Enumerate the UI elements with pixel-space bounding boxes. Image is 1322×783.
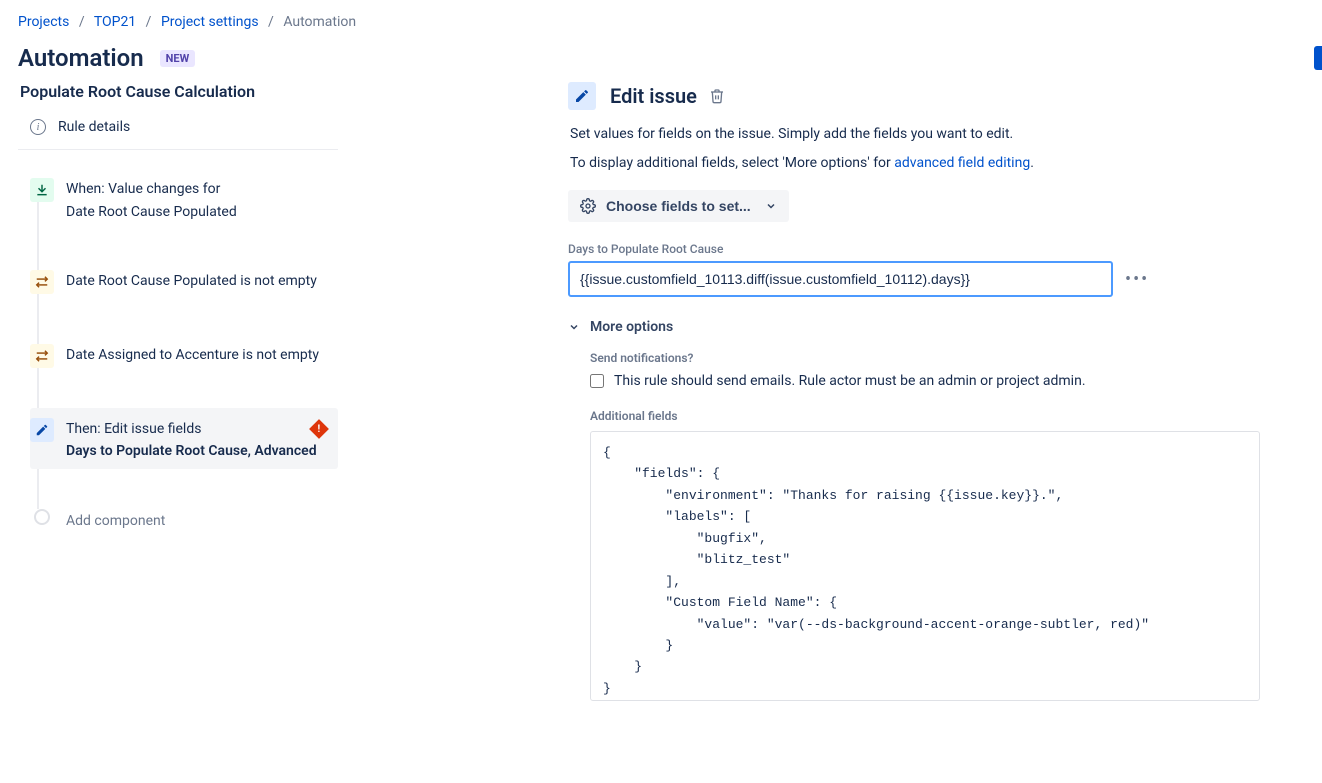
panel-desc2: To display additional fields, select 'Mo… [570, 153, 1304, 174]
trigger-icon [30, 178, 54, 202]
chevron-down-icon [765, 200, 777, 212]
rule-details-label: Rule details [58, 119, 130, 135]
additional-fields-label: Additional fields [590, 409, 1304, 423]
field-more-button[interactable]: ••• [1125, 269, 1149, 290]
page-header: Automation NEW [0, 30, 1322, 82]
info-icon: i [30, 119, 46, 135]
breadcrumb-project[interactable]: TOP21 [94, 14, 136, 30]
chevron-down-icon [568, 321, 580, 333]
trigger-title: When: Value changes for [66, 180, 324, 200]
panel-desc1: Set values for fields on the issue. Simp… [570, 124, 1304, 145]
choose-fields-button[interactable]: Choose fields to set... [568, 190, 789, 222]
action-sub: Days to Populate Root Cause, Advanced [66, 443, 324, 459]
edit-issue-panel: Edit issue Set values for fields on the … [338, 82, 1304, 701]
condition-icon [30, 344, 54, 368]
more-options-label: More options [590, 319, 673, 335]
delete-action-button[interactable] [709, 88, 725, 104]
breadcrumb-current: Automation [283, 14, 356, 30]
add-component-button[interactable]: Add component [30, 499, 338, 539]
add-component-label: Add component [66, 511, 324, 529]
empty-step-icon [34, 509, 50, 525]
step-trigger[interactable]: When: Value changes for Date Root Cause … [30, 168, 338, 230]
advanced-editing-link[interactable]: advanced field editing [894, 155, 1030, 171]
breadcrumb-settings[interactable]: Project settings [161, 14, 259, 30]
edit-icon [568, 82, 596, 110]
panel-title: Edit issue [610, 84, 697, 108]
condition1-title: Date Root Cause Populated is not empty [66, 272, 324, 292]
breadcrumb: Projects / TOP21 / Project settings / Au… [0, 0, 1322, 30]
rule-details-link[interactable]: i Rule details [18, 113, 338, 150]
notifications-text: This rule should send emails. Rule actor… [614, 373, 1086, 389]
condition2-title: Date Assigned to Accenture is not empty [66, 346, 324, 366]
new-badge: NEW [160, 50, 196, 67]
page-title: Automation [18, 44, 144, 72]
rule-sidebar: Populate Root Cause Calculation i Rule d… [18, 82, 338, 701]
right-edge-indicator [1314, 46, 1322, 70]
gear-icon [580, 198, 596, 214]
trigger-sub: Date Root Cause Populated [66, 204, 324, 220]
action-title: Then: Edit issue fields [66, 420, 324, 440]
condition-icon [30, 270, 54, 294]
more-options-toggle[interactable]: More options [568, 319, 1304, 335]
step-condition-1[interactable]: Date Root Cause Populated is not empty [30, 260, 338, 304]
send-notifications-checkbox[interactable] [590, 374, 604, 388]
step-action-edit-issue[interactable]: Then: Edit issue fields Days to Populate… [30, 408, 338, 470]
breadcrumb-projects[interactable]: Projects [18, 14, 69, 30]
field-label: Days to Populate Root Cause [568, 242, 1304, 256]
rule-timeline: When: Value changes for Date Root Cause … [18, 168, 338, 539]
error-icon [312, 422, 328, 438]
notifications-label: Send notifications? [590, 351, 1304, 365]
choose-fields-label: Choose fields to set... [606, 198, 751, 214]
rule-name: Populate Root Cause Calculation [18, 82, 338, 101]
step-condition-2[interactable]: Date Assigned to Accenture is not empty [30, 334, 338, 378]
additional-fields-editor[interactable]: { "fields": { "environment": "Thanks for… [590, 431, 1260, 701]
days-to-populate-input[interactable] [568, 261, 1113, 297]
action-icon [30, 418, 54, 442]
